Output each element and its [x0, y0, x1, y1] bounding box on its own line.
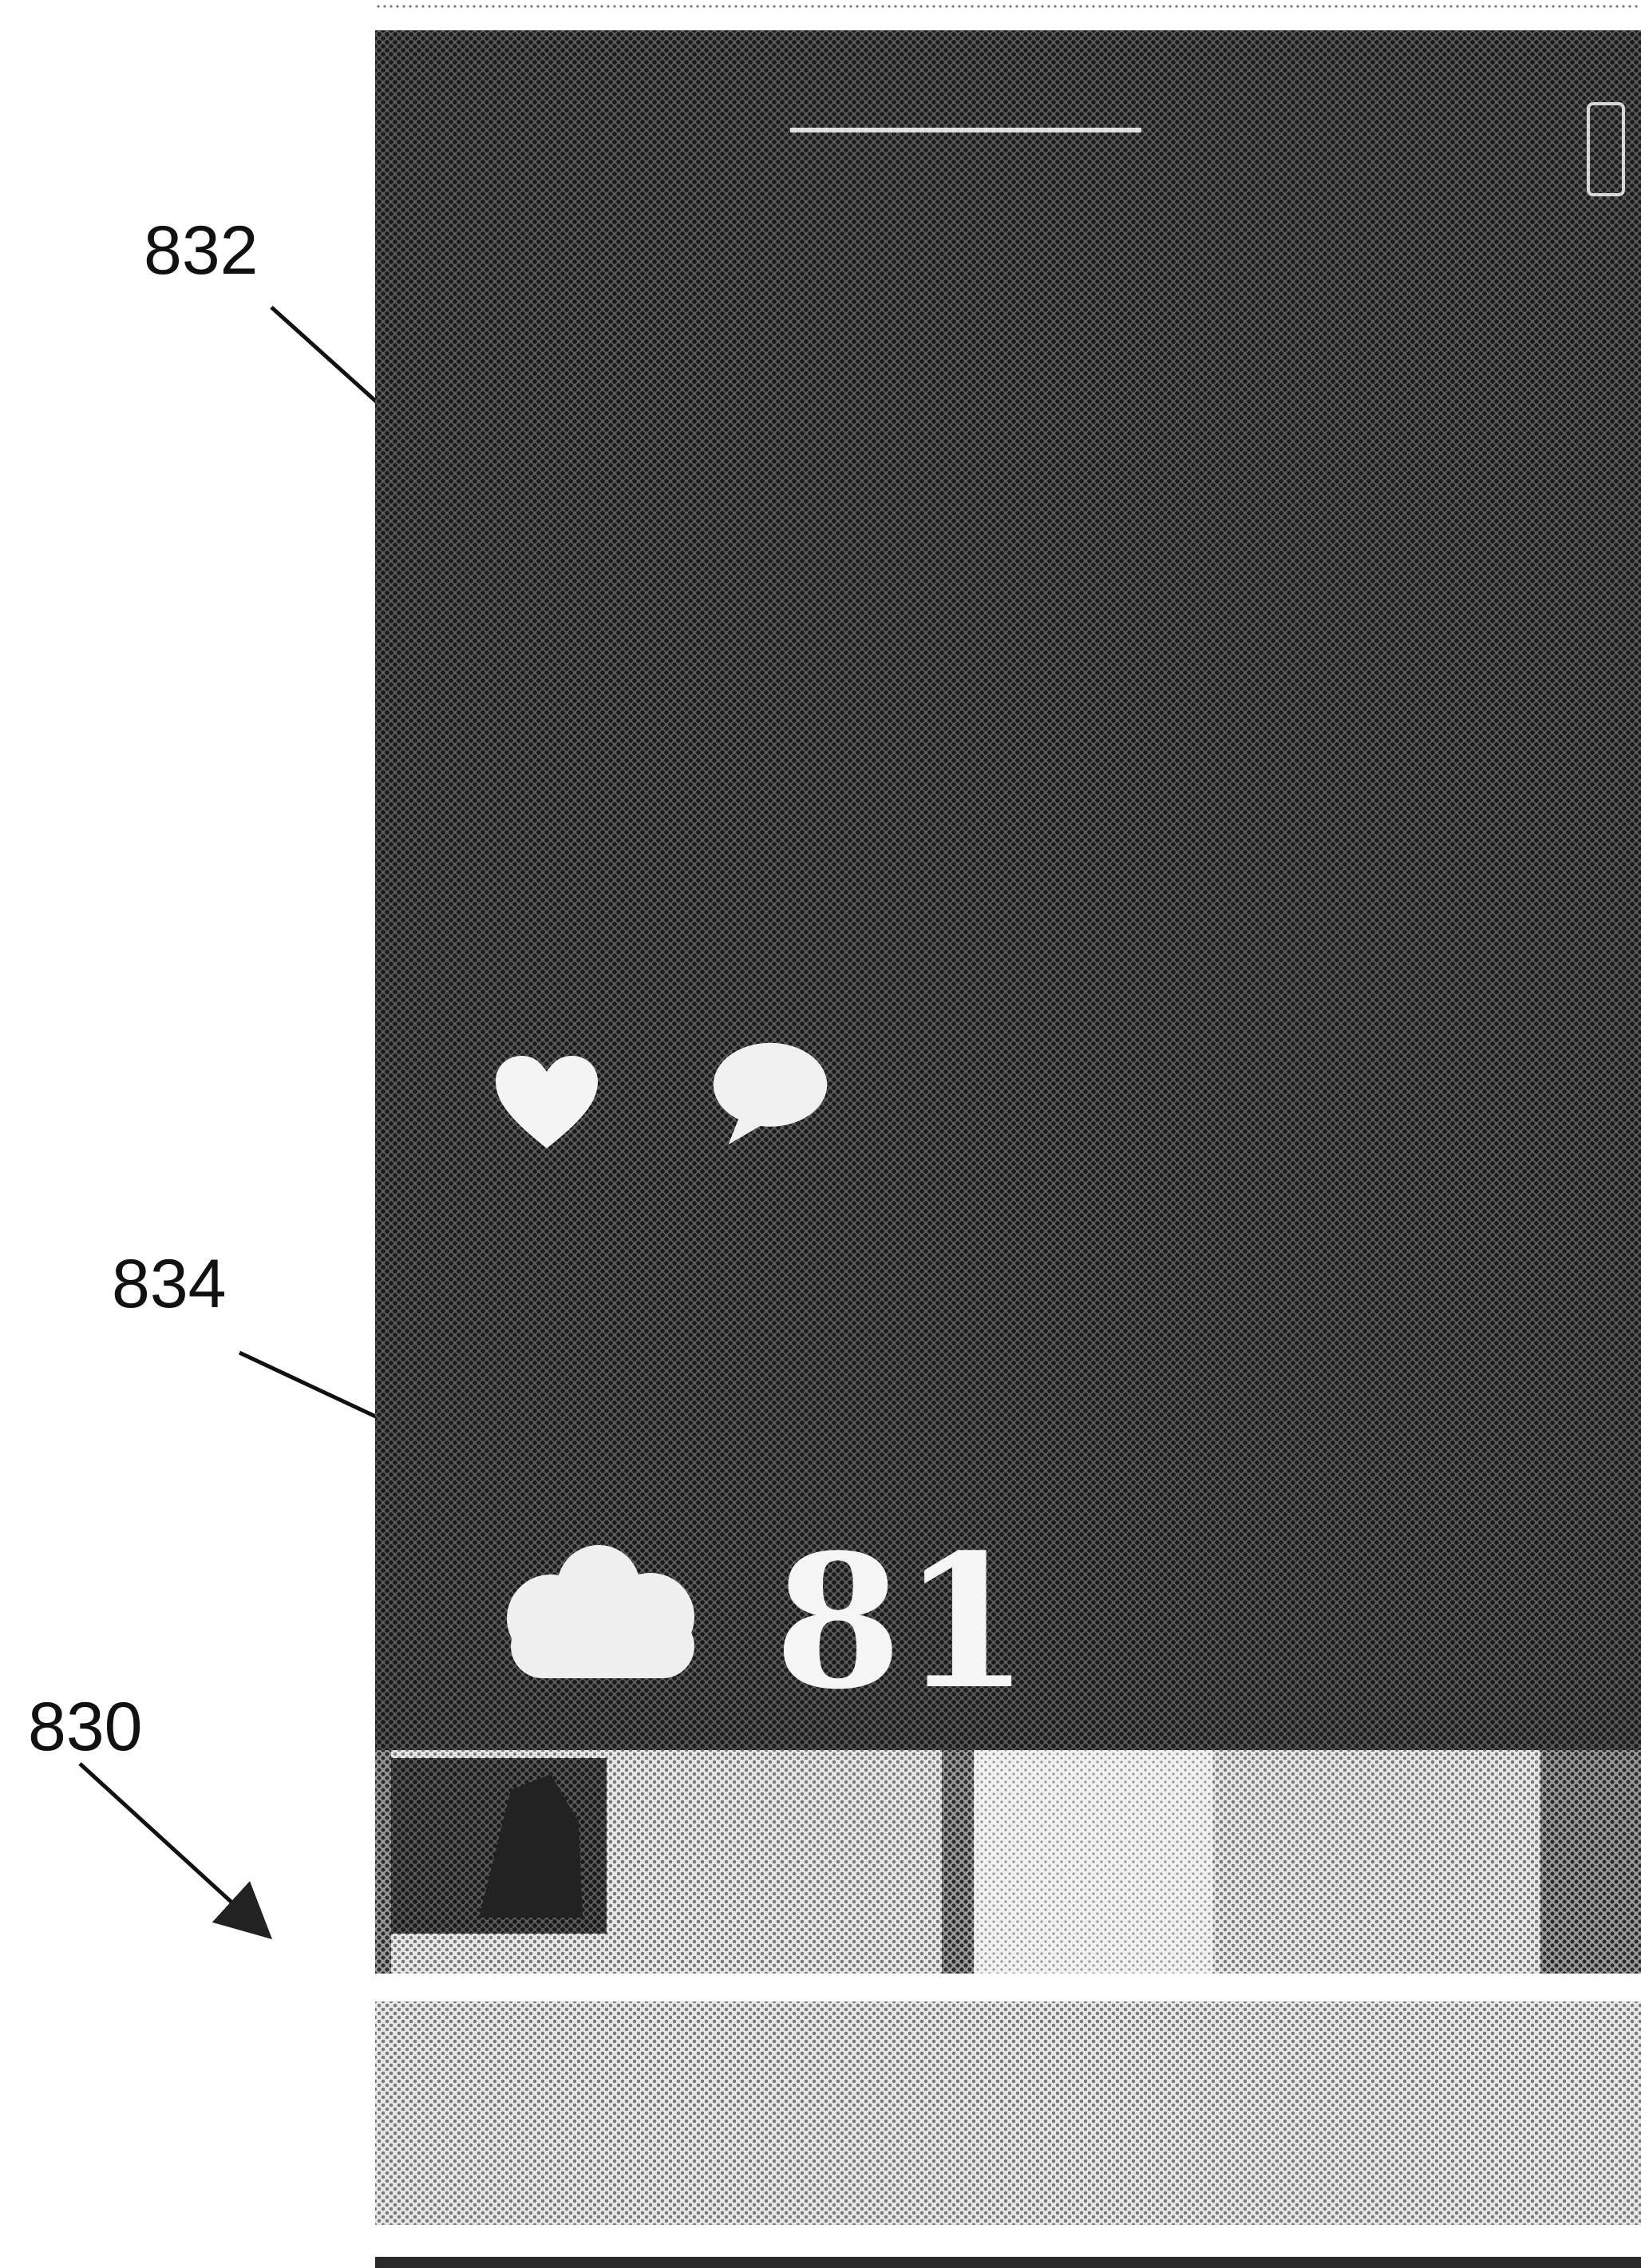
arrow-834: [238, 1350, 383, 1423]
card-1[interactable]: [391, 1750, 942, 1974]
card-1-thumbnail-shape: [479, 1774, 583, 1918]
card-2[interactable]: [974, 1750, 1540, 1974]
arrow-830: [78, 1762, 273, 1940]
speech-bubble-icon[interactable]: [710, 1040, 830, 1152]
heart-icon[interactable]: [495, 1056, 599, 1156]
page-top-rule: [375, 5, 1641, 8]
card-1-thumbnail: [391, 1758, 607, 1934]
post-view: 81: [375, 30, 1641, 1750]
card-strip: [375, 1750, 1641, 1974]
nav-title-underline: [790, 128, 1141, 132]
bottom-bar[interactable]: [375, 2001, 1641, 2225]
score-value: 81: [774, 1515, 1030, 1730]
phone-screen: 81: [375, 30, 1641, 2268]
annotation-arrows: [78, 306, 383, 1940]
card-2-thumbnail: [974, 1750, 1213, 1974]
cloud-icon: [479, 1531, 718, 1694]
battery-icon: [1587, 102, 1625, 196]
arrow-832: [270, 306, 383, 411]
bottom-edge: [375, 2257, 1641, 2268]
